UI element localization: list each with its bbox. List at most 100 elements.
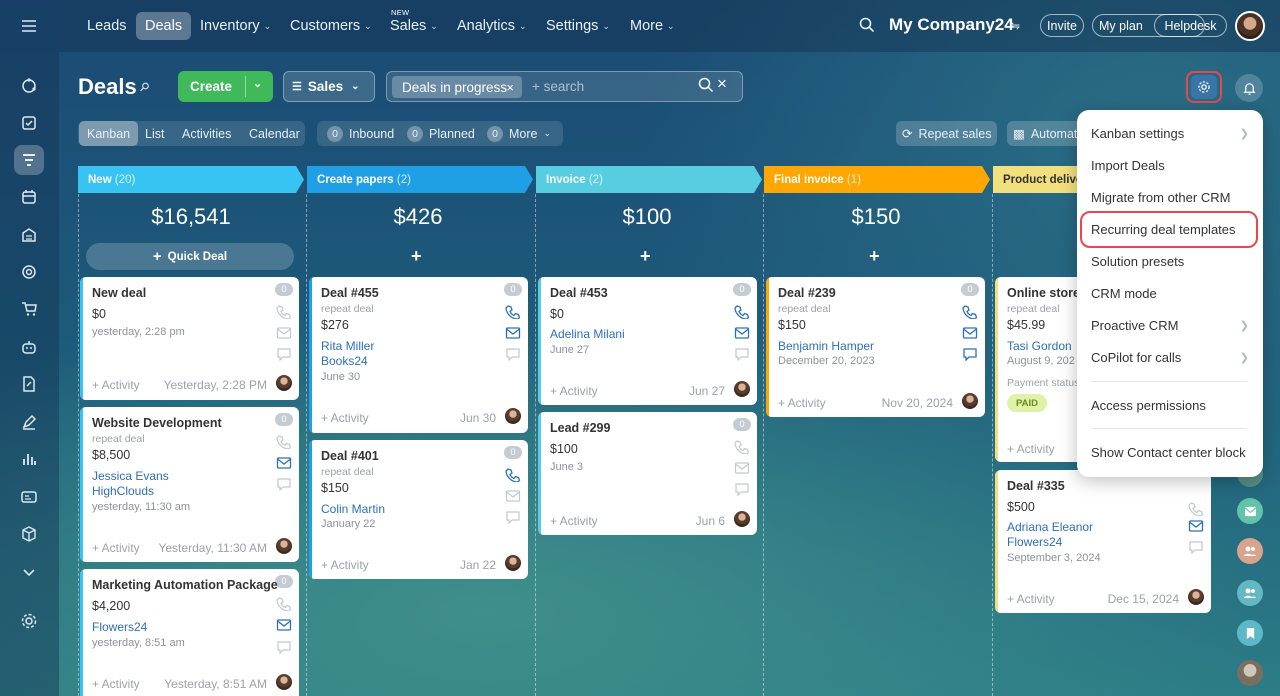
create-button[interactable]: Create ⌄ — [178, 71, 273, 102]
deal-title[interactable]: New deal — [92, 286, 146, 300]
analytics-icon[interactable] — [14, 444, 44, 474]
responsible-avatar[interactable] — [276, 375, 292, 391]
company-link[interactable]: HighClouds — [92, 484, 154, 498]
deal-title[interactable]: Website Development — [92, 416, 222, 430]
box-icon[interactable] — [14, 519, 44, 549]
users-icon[interactable] — [1237, 538, 1263, 564]
phone-icon[interactable] — [276, 435, 292, 449]
chat-icon[interactable] — [962, 347, 978, 361]
contact-avatar[interactable] — [1237, 660, 1263, 686]
phone-icon[interactable] — [962, 305, 978, 319]
deal-card[interactable]: 0 Deal #453 $0 Adelina Milani June 27 + … — [538, 277, 757, 405]
phone-icon[interactable] — [276, 305, 292, 319]
phone-icon[interactable] — [505, 468, 521, 482]
add-activity-link[interactable]: + Activity — [550, 384, 598, 398]
add-deal-plus[interactable]: + — [411, 246, 422, 267]
deal-card[interactable]: 0 New deal $0 yesterday, 2:28 pm + Activ… — [80, 277, 299, 400]
responsible-avatar[interactable] — [1188, 589, 1204, 605]
chat-icon[interactable] — [276, 347, 292, 361]
company-link[interactable]: Flowers24 — [92, 620, 147, 634]
search-icon[interactable] — [698, 77, 714, 98]
tab-calendar[interactable]: Calendar — [249, 121, 300, 146]
company-link[interactable]: Flowers24 — [1007, 535, 1062, 549]
deal-title[interactable]: Marketing Automation Package — [92, 578, 278, 592]
tab-activities[interactable]: Activities — [182, 121, 231, 146]
nav-analytics[interactable]: Analytics ⌄ — [457, 0, 527, 52]
responsible-avatar[interactable] — [734, 381, 750, 397]
target-icon[interactable] — [14, 257, 44, 287]
contact-link[interactable]: Rita Miller — [321, 339, 374, 353]
deal-card[interactable]: 0 Marketing Automation Package $4,200 Fl… — [80, 569, 299, 696]
pipeline-selector[interactable]: ☰ Sales ⌄ — [283, 71, 375, 102]
deal-title[interactable]: Deal #401 — [321, 449, 379, 463]
menu-item-kanban-settings[interactable]: Kanban settings — [1091, 126, 1184, 141]
phone-icon[interactable] — [734, 440, 750, 454]
deal-title[interactable]: Online store — [1007, 286, 1080, 300]
mail-icon[interactable] — [505, 489, 521, 503]
crm-funnel-icon[interactable] — [14, 145, 44, 175]
menu-item-import-deals[interactable]: Import Deals — [1091, 158, 1165, 173]
menu-item-solution-presets[interactable]: Solution presets — [1091, 254, 1184, 269]
menu-item-access-permissions[interactable]: Access permissions — [1091, 398, 1206, 413]
deal-card[interactable]: Deal #335 $500 Adriana Eleanor Flowers24… — [995, 470, 1211, 613]
deal-title[interactable]: Deal #455 — [321, 286, 379, 300]
company-link[interactable]: Books24 — [321, 354, 368, 368]
deal-title[interactable]: Deal #453 — [550, 286, 608, 300]
chevron-down-icon[interactable]: ⌄ — [253, 77, 262, 90]
mail-icon[interactable] — [962, 326, 978, 340]
mail-icon[interactable] — [276, 326, 292, 340]
chat-icon[interactable] — [734, 482, 750, 496]
contact-link[interactable]: Tasi Gordon — [1007, 339, 1072, 353]
menu-item-copilot-calls[interactable]: CoPilot for calls — [1091, 350, 1181, 365]
chat-icon[interactable] — [505, 510, 521, 524]
mail-icon[interactable] — [1188, 519, 1204, 533]
column-header[interactable]: Invoice (2) — [536, 166, 762, 193]
deal-title[interactable]: Deal #335 — [1007, 479, 1065, 493]
filter-search-box[interactable]: Deals in progress × + search × — [386, 71, 743, 102]
users-group-icon[interactable] — [1237, 580, 1263, 606]
add-activity-link[interactable]: + Activity — [321, 411, 369, 425]
lead-card[interactable]: 0 Lead #299 $100 June 3 + Activity Jun 6 — [538, 412, 757, 535]
add-deal-plus[interactable]: + — [869, 246, 880, 267]
contact-link[interactable]: Colin Martin — [321, 502, 385, 516]
chat-icon[interactable] — [734, 347, 750, 361]
mail-icon[interactable] — [505, 326, 521, 340]
deal-card[interactable]: 0 Website Development repeat deal $8,500… — [80, 407, 299, 562]
column-header[interactable]: Final invoice (1) — [764, 166, 990, 193]
responsible-avatar[interactable] — [505, 555, 521, 571]
inbound-counter[interactable]: 0 Inbound — [327, 121, 394, 146]
more-counter[interactable]: 0 More ⌄ — [487, 121, 551, 146]
phone-icon[interactable] — [276, 597, 292, 611]
contact-link[interactable]: Adriana Eleanor — [1007, 520, 1093, 534]
contact-link[interactable]: Adelina Milani — [550, 327, 625, 341]
mail-icon[interactable] — [734, 461, 750, 475]
planned-counter[interactable]: 0 Planned — [407, 121, 475, 146]
nav-inventory[interactable]: Inventory ⌄ — [200, 0, 271, 52]
responsible-avatar[interactable] — [962, 393, 978, 409]
calendar-icon[interactable] — [14, 182, 44, 212]
phone-icon[interactable] — [505, 305, 521, 319]
deal-title[interactable]: Deal #239 — [778, 286, 836, 300]
gear-icon[interactable] — [1191, 75, 1217, 99]
search-input[interactable]: + search — [532, 79, 584, 94]
add-deal-plus[interactable]: + — [640, 246, 651, 267]
nav-settings[interactable]: Settings ⌄ — [546, 0, 610, 52]
cart-icon[interactable] — [14, 294, 44, 324]
mail-icon[interactable] — [276, 456, 292, 470]
menu-item-proactive-crm[interactable]: Proactive CRM — [1091, 318, 1178, 333]
column-header[interactable]: New (20) — [78, 166, 304, 193]
company-name[interactable]: My Company24 — [889, 15, 1014, 35]
repeat-sales-button[interactable]: ⟳ Repeat sales — [896, 121, 997, 146]
responsible-avatar[interactable] — [734, 511, 750, 527]
pin-icon[interactable]: ⚲ — [136, 79, 152, 95]
chat-icon[interactable] — [1188, 540, 1204, 554]
contact-link[interactable]: Benjamin Hamper — [778, 339, 874, 353]
deal-card[interactable]: 0 Deal #401 repeat deal $150 Colin Marti… — [309, 440, 528, 579]
bell-icon[interactable] — [1235, 74, 1263, 102]
lead-title[interactable]: Lead #299 — [550, 421, 610, 435]
search-icon[interactable] — [859, 17, 875, 33]
gear-icon[interactable] — [14, 606, 44, 636]
chat-icon[interactable] — [276, 477, 292, 491]
storage-icon[interactable] — [14, 220, 44, 250]
menu-item-migrate-crm[interactable]: Migrate from other CRM — [1091, 190, 1230, 205]
